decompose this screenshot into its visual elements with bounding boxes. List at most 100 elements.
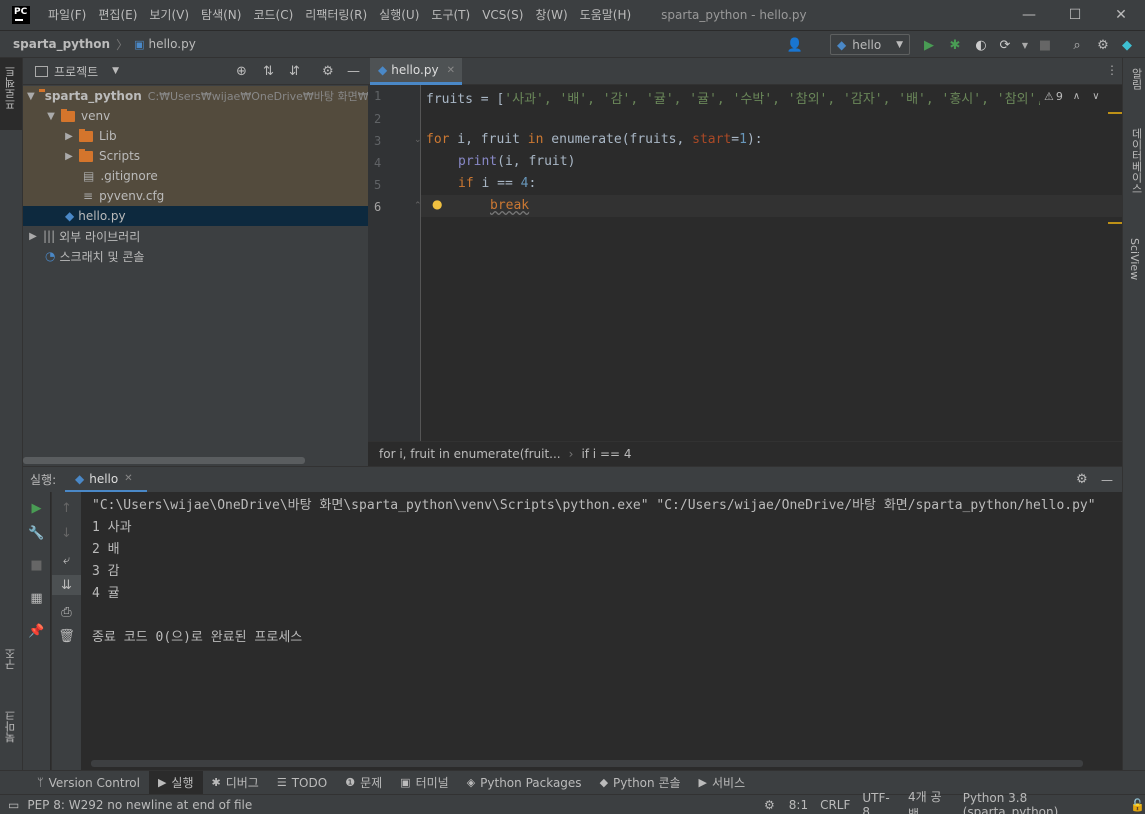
database-tool-tab[interactable]: 데이터베이스 xyxy=(1128,128,1144,194)
tree-root[interactable]: ▼ sparta_python C:₩Users₩wijae₩OneDrive₩… xyxy=(23,86,374,106)
coverage-icon[interactable]: ◐ xyxy=(972,36,990,54)
scroll-to-end-icon[interactable]: ⇊ xyxy=(52,575,81,595)
expand-all-icon[interactable]: ⇅ xyxy=(263,64,274,79)
print-icon[interactable]: ⎙ xyxy=(52,602,81,622)
notifications-tool-tab[interactable]: 알림 xyxy=(1128,68,1144,90)
lightbulb-icon[interactable]: ● xyxy=(432,197,442,211)
tree-item-venv[interactable]: ▼ venv xyxy=(23,106,368,126)
bookmarks-tool-tab[interactable]: 북마크 xyxy=(3,710,19,743)
menu-file[interactable]: 파일(F) xyxy=(42,0,92,30)
inspection-widget[interactable]: ⚠ 9 ∧ ∨ xyxy=(1040,85,1122,107)
tool-version-control[interactable]: ᛘ Version Control xyxy=(28,771,149,795)
tool-run[interactable]: ▶ 실행 xyxy=(148,770,203,795)
editor-tab-hello[interactable]: ◆ hello.py ✕ xyxy=(370,58,462,85)
menu-window[interactable]: 창(W) xyxy=(529,0,573,30)
status-interpreter[interactable]: Python 3.8 (sparta_python) xyxy=(957,791,1126,814)
menu-tools[interactable]: 도구(T) xyxy=(425,0,476,30)
down-arrow-icon[interactable]: ↓ xyxy=(52,523,81,543)
project-panel-title[interactable]: 프로젝트 xyxy=(54,63,98,80)
soft-wrap-icon[interactable]: ⤶ xyxy=(52,550,81,570)
horizontal-scrollbar[interactable] xyxy=(91,760,1083,767)
stop-icon[interactable]: ■ xyxy=(1036,36,1054,54)
horizontal-scrollbar[interactable] xyxy=(23,457,305,464)
run-tab-hello[interactable]: ◆ hello ✕ xyxy=(65,467,147,493)
menu-run[interactable]: 실행(U) xyxy=(373,0,425,30)
fold-icon[interactable]: ⌄ xyxy=(414,135,422,145)
more-tabs-icon[interactable]: ⋮ xyxy=(1106,63,1118,77)
trash-icon[interactable]: 🗑 xyxy=(52,626,81,646)
tool-python-packages[interactable]: ◈ Python Packages xyxy=(458,771,591,795)
tree-item-scripts[interactable]: ▶ Scripts xyxy=(23,146,368,166)
collapse-all-icon[interactable]: ⇵ xyxy=(289,64,300,79)
previous-highlight-icon[interactable]: ∧ xyxy=(1073,91,1080,102)
profile-icon[interactable]: ⟳ xyxy=(996,36,1014,54)
menu-vcs[interactable]: VCS(S) xyxy=(476,0,529,30)
chevron-down-icon[interactable]: ▼ xyxy=(112,66,119,76)
maximize-button[interactable]: ☐ xyxy=(1052,0,1098,30)
next-highlight-icon[interactable]: ∨ xyxy=(1092,91,1099,102)
fold-icon[interactable]: ⌃ xyxy=(414,201,422,211)
breadcrumb-project[interactable]: sparta_python xyxy=(13,37,110,51)
tree-item-gitignore[interactable]: ▤ .gitignore xyxy=(23,166,368,186)
gear-icon[interactable]: ⚙ xyxy=(322,64,334,79)
menu-edit[interactable]: 편집(E) xyxy=(92,0,143,30)
tool-label: 디버그 xyxy=(225,776,259,790)
minimize-button[interactable]: — xyxy=(1006,0,1052,30)
up-arrow-icon[interactable]: ↑ xyxy=(52,498,81,518)
tool-debug[interactable]: ✱ 디버그 xyxy=(203,771,268,795)
editor-tab-bar: ◆ hello.py ✕ ⋮ xyxy=(368,58,1122,85)
tree-item-external-libraries[interactable]: ▶ ||| 외부 라이브러리 xyxy=(23,226,368,246)
menu-help[interactable]: 도움말(H) xyxy=(574,0,638,30)
sciview-tool-tab[interactable]: SciView xyxy=(1128,238,1141,280)
run-console[interactable]: "C:\Users\wijae\OneDrive\바탕 화면\sparta_py… xyxy=(81,492,1122,770)
code-editor[interactable]: 1 2 3 4 5 6 ⌄ ⌃ fruits = ['사과', '배', '감'… xyxy=(368,85,1122,441)
stop-icon[interactable]: ■ xyxy=(23,555,50,575)
layout-toggle-icon[interactable]: ▭ xyxy=(8,798,19,812)
close-button[interactable]: ✕ xyxy=(1098,0,1144,30)
wrench-icon[interactable]: 🔧 xyxy=(23,523,50,543)
structure-tool-tab[interactable]: 구조 xyxy=(3,648,19,670)
debug-icon[interactable]: ✱ xyxy=(946,36,964,54)
search-icon[interactable]: ⌕ xyxy=(1068,36,1086,54)
tree-item-lib[interactable]: ▶ Lib xyxy=(23,126,368,146)
tool-problems[interactable]: ❶ 문제 xyxy=(336,771,391,795)
breadcrumb-if[interactable]: if i == 4 xyxy=(581,447,631,461)
tool-python-console[interactable]: ◆ Python 콘솔 xyxy=(591,771,690,795)
tree-item-scratches[interactable]: ◔ 스크래치 및 콘솔 xyxy=(23,246,368,266)
people-icon[interactable]: ⚙ xyxy=(764,798,775,812)
breadcrumb-file[interactable]: hello.py xyxy=(148,37,195,51)
breadcrumb-for[interactable]: for i, fruit in enumerate(fruit... xyxy=(379,447,561,461)
locate-icon[interactable]: ⊕ xyxy=(236,64,247,79)
run-config-selector[interactable]: ◆ hello ▼ xyxy=(830,34,910,55)
status-indent[interactable]: 4개 공백 xyxy=(902,788,957,814)
tool-services[interactable]: ▶ 서비스 xyxy=(690,771,755,795)
hide-icon[interactable]: — xyxy=(347,64,360,79)
tree-item-hello[interactable]: ◆ hello.py xyxy=(23,206,368,226)
run-icon[interactable]: ▶ xyxy=(920,36,938,54)
gear-icon[interactable]: ⚙ xyxy=(1094,36,1112,54)
menu-view[interactable]: 보기(V) xyxy=(143,0,195,30)
status-caret-position[interactable]: 8:1 xyxy=(783,798,814,812)
status-encoding[interactable]: UTF-8 xyxy=(856,791,902,814)
lock-icon[interactable]: 🔓 xyxy=(1130,798,1145,812)
project-tool-tab[interactable]: 프로젝트 xyxy=(3,66,19,110)
pycharm-update-icon[interactable]: ◆ xyxy=(1118,36,1136,54)
tree-item-label: venv xyxy=(81,109,111,123)
status-message[interactable]: PEP 8: W292 no newline at end of file xyxy=(27,798,252,812)
rerun-icon[interactable]: ▶ xyxy=(23,498,50,518)
layout-icon[interactable]: ▦ xyxy=(23,588,50,608)
user-icon[interactable]: 👤 xyxy=(786,36,804,54)
menu-code[interactable]: 코드(C) xyxy=(247,0,299,30)
menu-navigate[interactable]: 탐색(N) xyxy=(195,0,247,30)
more-run-icon[interactable]: ▼ xyxy=(1016,36,1034,54)
close-icon[interactable]: ✕ xyxy=(124,473,132,484)
hide-icon[interactable]: — xyxy=(1101,473,1113,487)
close-icon[interactable]: ✕ xyxy=(447,65,455,76)
menu-refactor[interactable]: 리팩터링(R) xyxy=(299,0,373,30)
tool-terminal[interactable]: ▣ 터미널 xyxy=(391,771,458,795)
gear-icon[interactable]: ⚙ xyxy=(1076,472,1088,487)
status-line-separator[interactable]: CRLF xyxy=(814,798,856,812)
tool-todo[interactable]: ☰ TODO xyxy=(268,771,336,795)
pin-icon[interactable]: 📌 xyxy=(23,621,50,641)
tree-item-pyvenv[interactable]: ≡ pyvenv.cfg xyxy=(23,186,368,206)
